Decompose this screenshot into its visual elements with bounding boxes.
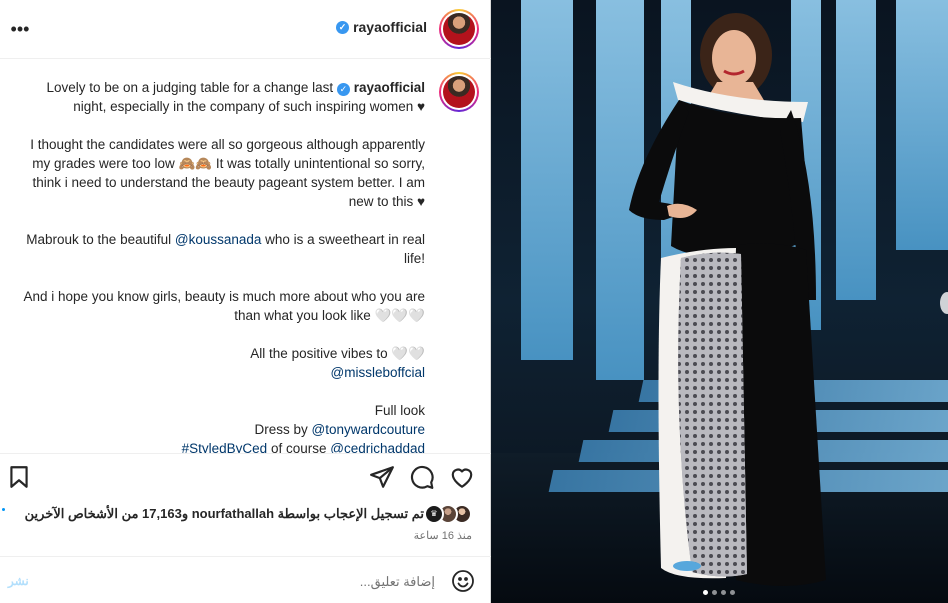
verified-badge-icon: ✓ bbox=[336, 83, 350, 96]
carousel-dot bbox=[721, 590, 726, 595]
unread-indicator bbox=[2, 508, 5, 511]
caption-para3-post: who is a sweetheart in real life! bbox=[265, 232, 425, 266]
caption-paragraph-2: I thought the candidates were all so gor… bbox=[30, 137, 425, 209]
mention-tonywardcouture[interactable]: @tonywardcouture bbox=[311, 422, 425, 437]
photo-subject bbox=[629, 13, 826, 587]
caption-line1b: night, especially in the company of such… bbox=[73, 99, 425, 114]
header-username-link[interactable]: ✓ rayaofficial bbox=[336, 19, 427, 35]
post-comment-button[interactable]: نشر bbox=[8, 574, 29, 588]
mention-koussanada[interactable]: @koussanada bbox=[175, 232, 262, 247]
comment-input[interactable] bbox=[75, 569, 435, 593]
caption-area: Lovely to be on a judging table for a ch… bbox=[0, 60, 491, 453]
emoji-icon[interactable] bbox=[451, 569, 475, 593]
more-horizontal-icon: ••• bbox=[10, 19, 30, 39]
share-icon[interactable] bbox=[369, 464, 395, 490]
caption-of-course: of course bbox=[270, 441, 327, 453]
caption-paragraph-4: And i hope you know girls, beauty is muc… bbox=[23, 289, 425, 323]
carousel-dot bbox=[712, 590, 717, 595]
hashtag-styledbyced[interactable]: #StyledByCed bbox=[182, 441, 268, 453]
post-details-panel: ••• ✓ rayaofficial Lovely to be on a jud… bbox=[0, 0, 491, 603]
carousel-indicator bbox=[703, 590, 735, 595]
caption-full-look: Full look bbox=[374, 403, 425, 418]
header-username: rayaofficial bbox=[353, 19, 427, 35]
action-bar bbox=[0, 453, 491, 497]
post-photo[interactable] bbox=[491, 0, 948, 603]
caption-text: Lovely to be on a judging table for a ch… bbox=[15, 78, 425, 453]
post-timestamp[interactable]: منذ 16 ساعة bbox=[414, 529, 472, 542]
post-header: ••• ✓ rayaofficial bbox=[0, 0, 491, 59]
liker-avatar: ♛ bbox=[424, 504, 444, 524]
more-options-button[interactable]: ••• bbox=[8, 18, 32, 40]
carousel-next-button[interactable] bbox=[940, 292, 948, 314]
carousel-dot bbox=[730, 590, 735, 595]
caption-dress-by: Dress by bbox=[254, 422, 308, 437]
header-avatar[interactable] bbox=[439, 9, 479, 49]
heart-icon[interactable] bbox=[449, 464, 475, 490]
caption-avatar[interactable] bbox=[439, 72, 479, 112]
carousel-dot bbox=[703, 590, 708, 595]
caption-para3-pre: Mabrouk to the beautiful bbox=[26, 232, 172, 247]
comment-bar: نشر bbox=[0, 556, 491, 603]
mention-missleboffcial[interactable]: @missleboffcial bbox=[331, 365, 426, 380]
comment-icon[interactable] bbox=[409, 464, 435, 490]
likes-row[interactable]: ♛ تم تسجيل الإعجاب بواسطة nourfathallah … bbox=[25, 504, 472, 524]
verified-badge-icon: ✓ bbox=[336, 20, 350, 34]
likes-count-text[interactable]: تم تسجيل الإعجاب بواسطة nourfathallah و1… bbox=[25, 506, 424, 522]
caption-line1: Lovely to be on a judging table for a ch… bbox=[46, 80, 334, 95]
bookmark-icon[interactable] bbox=[6, 464, 32, 490]
caption-username[interactable]: rayaofficial bbox=[354, 80, 425, 95]
liker-avatars: ♛ bbox=[424, 504, 472, 524]
mention-cedrichaddad[interactable]: @cedrichaddad bbox=[330, 441, 425, 453]
caption-para5-text: All the positive vibes to 🤍🤍 bbox=[250, 346, 425, 361]
